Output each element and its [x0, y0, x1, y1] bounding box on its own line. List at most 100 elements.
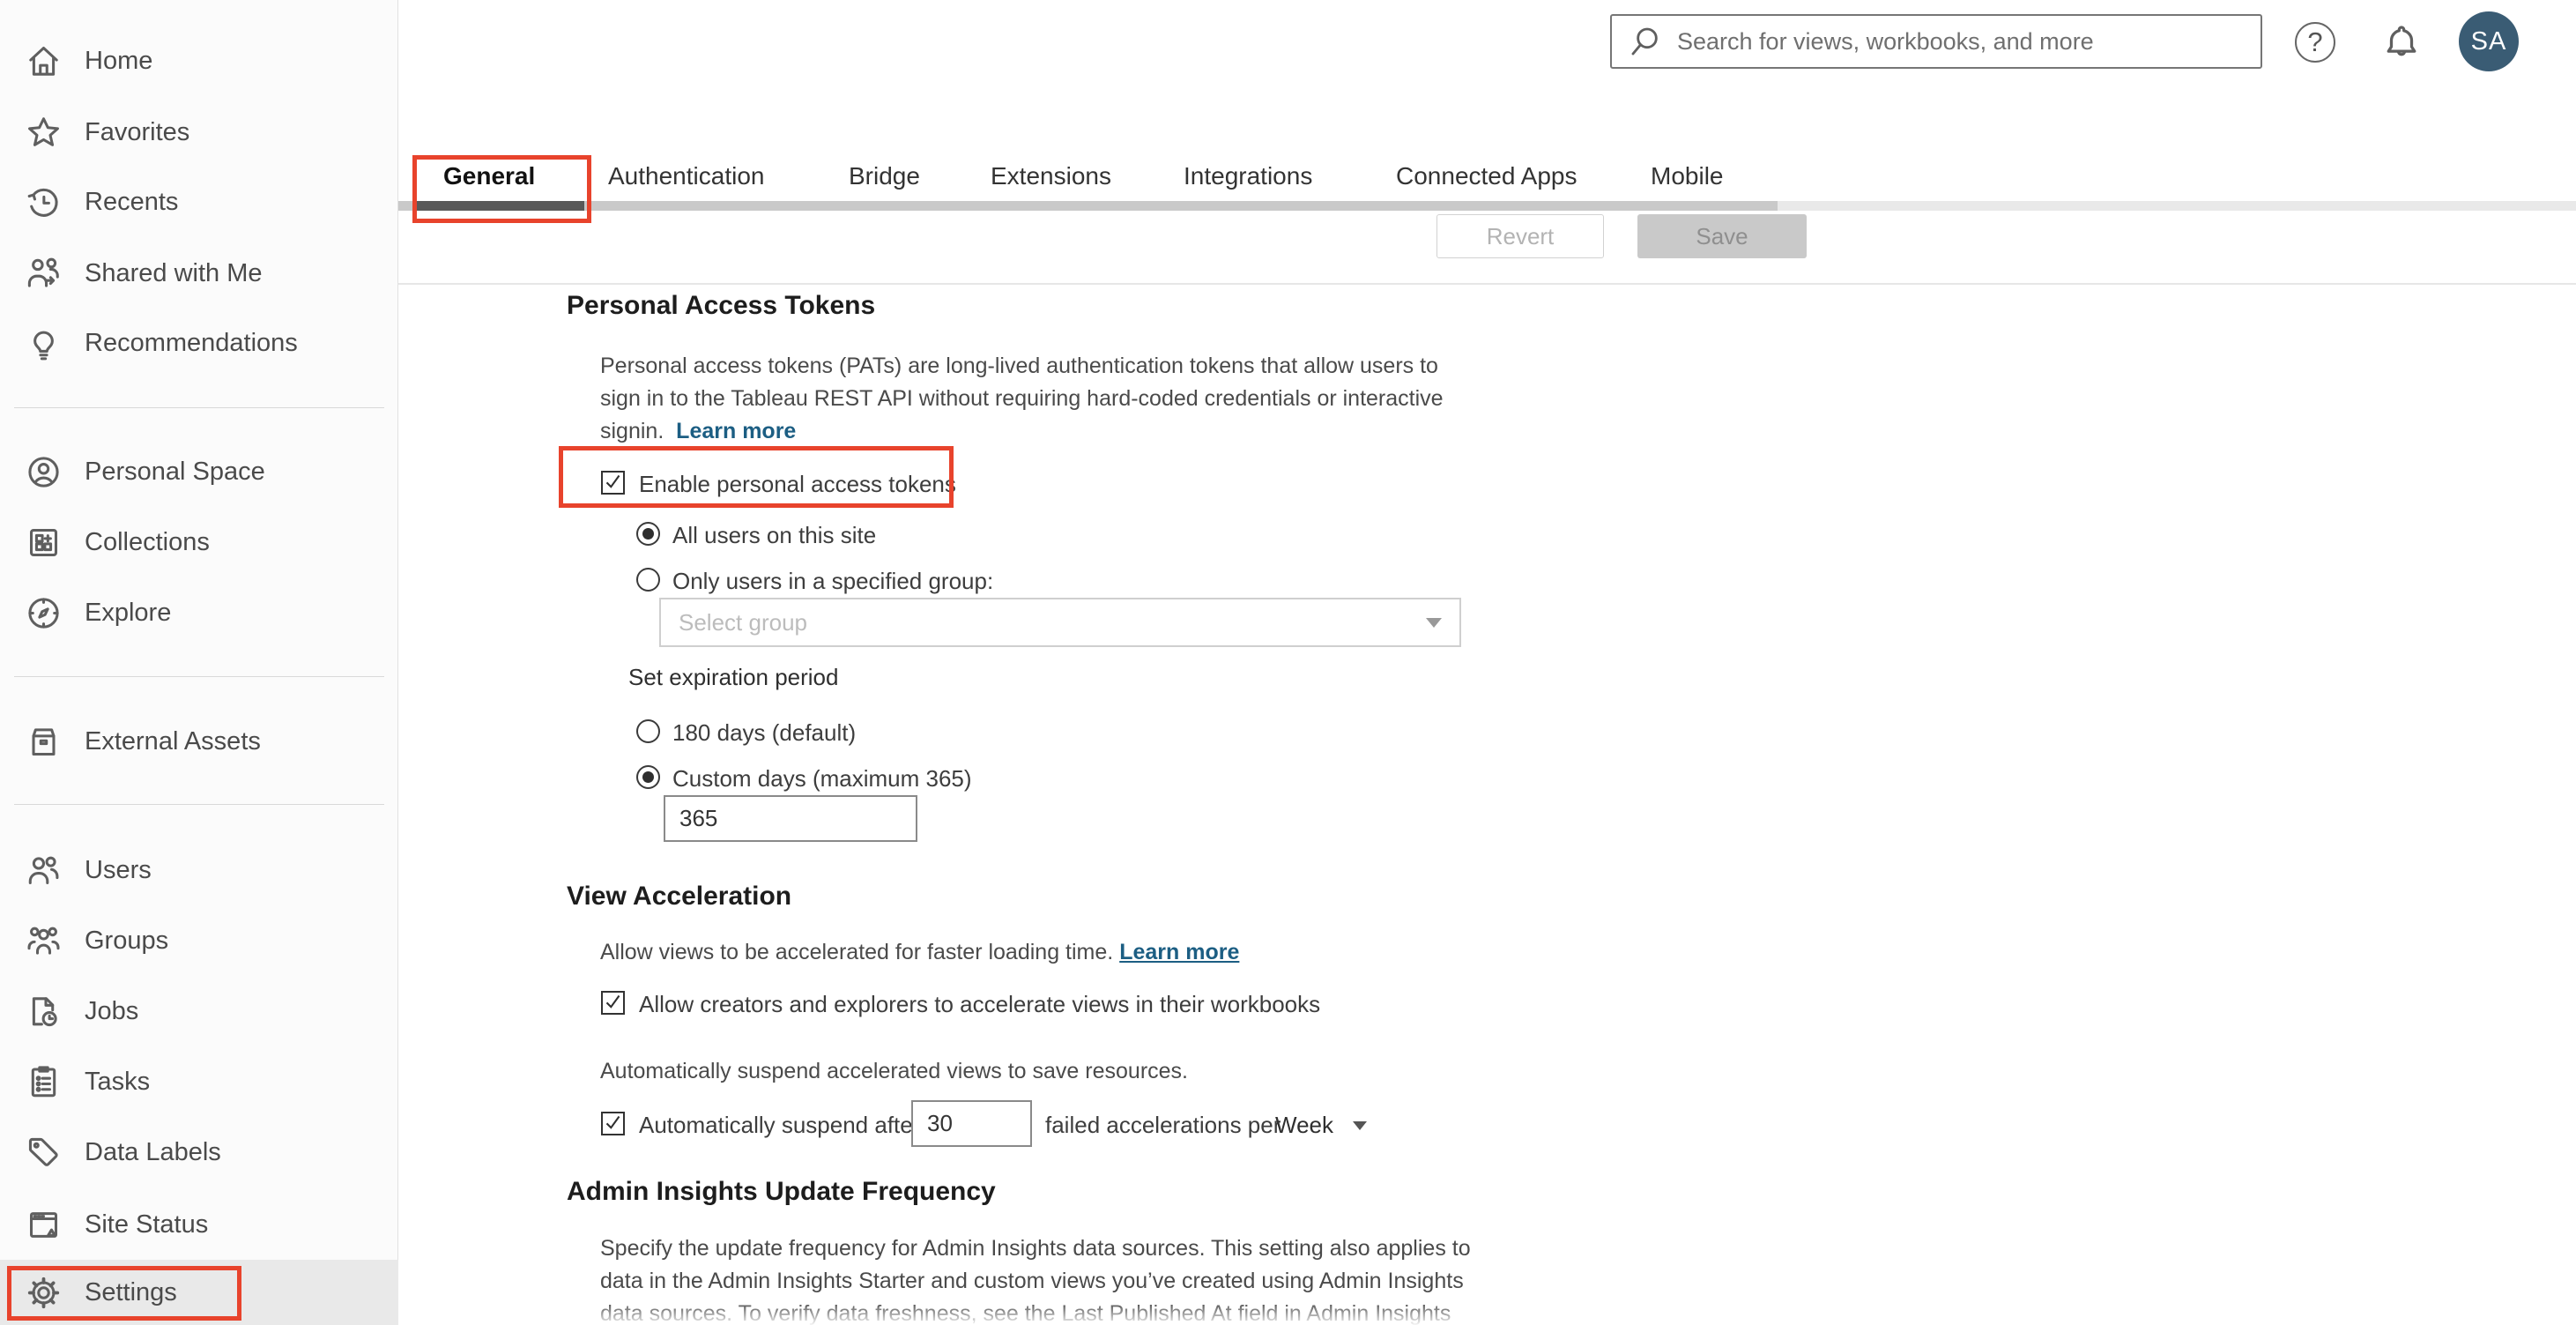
sidebar-item-explore[interactable]: Explore [0, 577, 398, 648]
group-select-placeholder: Select group [679, 608, 807, 636]
expiration-default-label: 180 days (default) [672, 719, 857, 746]
user-avatar[interactable]: SA [2459, 11, 2519, 71]
search-box [1610, 14, 2262, 69]
view-acceleration-title: View Acceleration [567, 882, 792, 911]
sidebar-divider [14, 804, 384, 805]
search-icon [1631, 27, 1658, 56]
tasks-icon [23, 1061, 63, 1102]
allow-acceleration-checkbox[interactable] [601, 991, 625, 1015]
suspend-intro-text: Automatically suspend accelerated views … [600, 1059, 1188, 1083]
sidebar-divider [14, 407, 384, 408]
sidebar-item-recents[interactable]: Recents [0, 167, 398, 237]
sidebar-item-label: Jobs [85, 996, 139, 1025]
sidebar-item-label: Favorites [85, 117, 190, 146]
sidebar-item-label: External Assets [85, 726, 261, 756]
expiration-period-label: Set expiration period [628, 664, 839, 690]
sidebar-item-home[interactable]: Home [0, 26, 398, 96]
sidebar-item-data-labels[interactable]: Data Labels [0, 1117, 398, 1187]
sidebar-item-label: Tasks [85, 1067, 151, 1096]
sidebar-item-label: Recommendations [85, 328, 298, 357]
period-select-dropdown[interactable]: Week [1275, 1112, 1367, 1139]
sidebar-item-settings[interactable]: Settings [0, 1260, 398, 1325]
sidebar-item-label: Personal Space [85, 457, 265, 486]
pat-all-users-radio[interactable] [636, 522, 660, 546]
expiration-custom-radio[interactable] [636, 765, 660, 789]
sidebar-item-label: Explore [85, 598, 172, 627]
admin-insights-description: Specify the update frequency for Admin I… [600, 1236, 1471, 1325]
pat-learn-more-link[interactable]: Learn more [676, 419, 796, 443]
sidebar-item-label: Home [85, 46, 153, 75]
person-circle-icon [23, 451, 63, 492]
sidebar-item-users[interactable]: Users [0, 835, 398, 905]
external-assets-icon [23, 721, 63, 762]
tab-mobile[interactable]: Mobile [1651, 162, 1723, 190]
sidebar-item-recommendations[interactable]: Recommendations [0, 308, 398, 378]
sidebar-item-site-status[interactable]: Site Status [0, 1189, 398, 1260]
pat-specified-group-label: Only users in a specified group: [672, 568, 994, 594]
toolbar-divider [398, 283, 2576, 285]
sidebar-item-groups[interactable]: Groups [0, 905, 398, 976]
tableau-settings-page: Home Favorites Recents Shared with Me Re… [0, 0, 2576, 1325]
jobs-icon [23, 991, 63, 1031]
sidebar-item-label: Site Status [85, 1210, 209, 1239]
users-icon [23, 850, 63, 890]
sidebar: Home Favorites Recents Shared with Me Re… [0, 0, 398, 1325]
tab-scrollbar-track-right [1778, 201, 2576, 211]
tab-scrollbar-track [398, 201, 1778, 211]
recents-icon [23, 182, 63, 222]
view-acceleration-learn-more-link[interactable]: Learn more [1119, 940, 1239, 964]
sidebar-item-label: Settings [85, 1277, 177, 1306]
sidebar-item-label: Shared with Me [85, 258, 263, 287]
sidebar-item-favorites[interactable]: Favorites [0, 97, 398, 167]
notifications-bell-icon[interactable] [2379, 19, 2424, 65]
view-acceleration-description: Allow views to be accelerated for faster… [600, 940, 1240, 964]
tab-general[interactable]: General [443, 162, 535, 190]
save-button[interactable]: Save [1637, 214, 1807, 258]
enable-pat-checkbox[interactable] [601, 471, 625, 495]
gear-icon [23, 1272, 63, 1313]
lightbulb-icon [23, 323, 63, 363]
sidebar-item-external-assets[interactable]: External Assets [0, 706, 398, 777]
suspend-suffix-label: failed accelerations per [1045, 1112, 1281, 1138]
tag-icon [23, 1132, 63, 1172]
expiration-default-radio[interactable] [636, 719, 660, 743]
tab-integrations[interactable]: Integrations [1184, 162, 1312, 190]
sidebar-item-label: Data Labels [85, 1137, 221, 1166]
tab-connected-apps[interactable]: Connected Apps [1396, 162, 1578, 190]
expiration-custom-label: Custom days (maximum 365) [672, 765, 972, 792]
revert-button[interactable]: Revert [1436, 214, 1604, 258]
search-input[interactable] [1675, 26, 2260, 56]
chevron-down-icon [1353, 1120, 1367, 1130]
sidebar-divider [14, 676, 384, 677]
sidebar-item-tasks[interactable]: Tasks [0, 1046, 398, 1117]
allow-acceleration-label: Allow creators and explorers to accelera… [639, 991, 1321, 1017]
suspend-threshold-input[interactable] [911, 1100, 1032, 1147]
compass-icon [23, 592, 63, 633]
groups-icon [23, 920, 63, 961]
tab-scrollbar-thumb[interactable] [417, 201, 584, 211]
help-icon[interactable]: ? [2292, 19, 2338, 65]
sidebar-item-label: Users [85, 855, 152, 884]
pat-specified-group-radio[interactable] [636, 568, 660, 592]
custom-days-input[interactable] [664, 795, 917, 842]
group-select-dropdown[interactable]: Select group [659, 598, 1461, 647]
pat-description: Personal access tokens (PATs) are long-l… [600, 354, 1444, 443]
sidebar-item-shared-with-me[interactable]: Shared with Me [0, 238, 398, 309]
sidebar-item-personal-space[interactable]: Personal Space [0, 436, 398, 507]
star-icon [23, 112, 63, 153]
sidebar-item-label: Groups [85, 926, 169, 955]
sidebar-item-label: Recents [85, 187, 179, 216]
tab-extensions[interactable]: Extensions [991, 162, 1111, 190]
enable-pat-label: Enable personal access tokens [639, 471, 956, 497]
home-icon [23, 41, 63, 81]
sidebar-item-collections[interactable]: Collections [0, 507, 398, 577]
pat-all-users-label: All users on this site [672, 522, 877, 548]
auto-suspend-label: Automatically suspend after [639, 1112, 921, 1138]
site-status-icon [23, 1204, 63, 1245]
sidebar-item-jobs[interactable]: Jobs [0, 976, 398, 1046]
admin-insights-title: Admin Insights Update Frequency [567, 1177, 996, 1206]
shared-with-me-icon [23, 253, 63, 294]
tab-bridge[interactable]: Bridge [849, 162, 920, 190]
auto-suspend-checkbox[interactable] [601, 1112, 625, 1135]
tab-authentication[interactable]: Authentication [608, 162, 764, 190]
